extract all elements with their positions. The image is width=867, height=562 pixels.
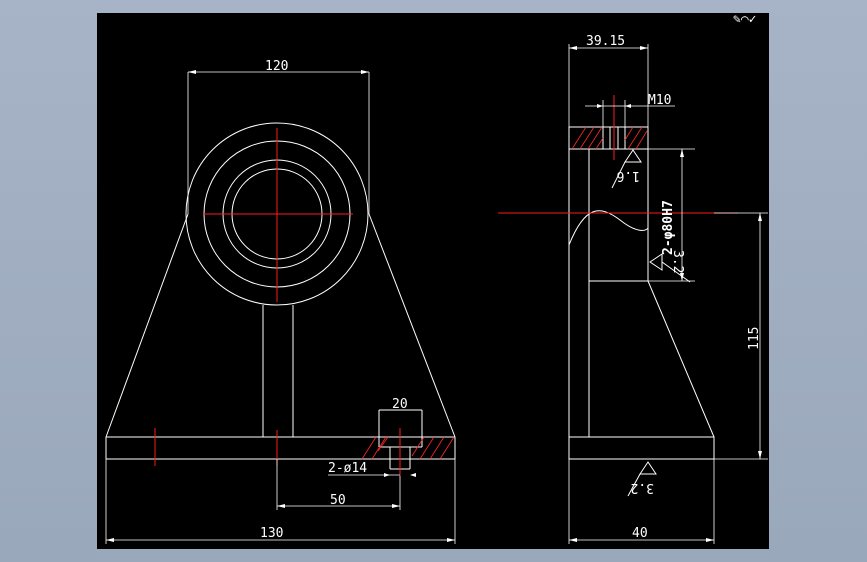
dim-hole-offset: 50 xyxy=(330,493,346,508)
dim-side-base-width: 40 xyxy=(632,526,648,541)
dim-boss-width: 20 xyxy=(392,397,408,412)
finish-bottom-value: 3.2 xyxy=(631,480,654,495)
cad-drawing: ✎⌒✓ 120 20 2-ø14 50 130 39.15 M10 2-φ80H… xyxy=(97,12,769,549)
corner-mark: ✎⌒✓ xyxy=(733,12,756,27)
dim-thread: M10 xyxy=(648,93,671,108)
dim-side-top-width: 39.15 xyxy=(586,34,625,49)
dim-overall-width: 130 xyxy=(260,526,283,541)
dim-bore-spec: 2-φ80H7 xyxy=(661,200,676,255)
dim-hole-spec: 2-ø14 xyxy=(328,461,367,476)
finish-top-value: 1.6 xyxy=(617,168,640,183)
dim-height: 115 xyxy=(747,327,762,350)
dim-top-width: 120 xyxy=(265,59,288,74)
finish-bore-value: 3.2 xyxy=(670,250,685,273)
